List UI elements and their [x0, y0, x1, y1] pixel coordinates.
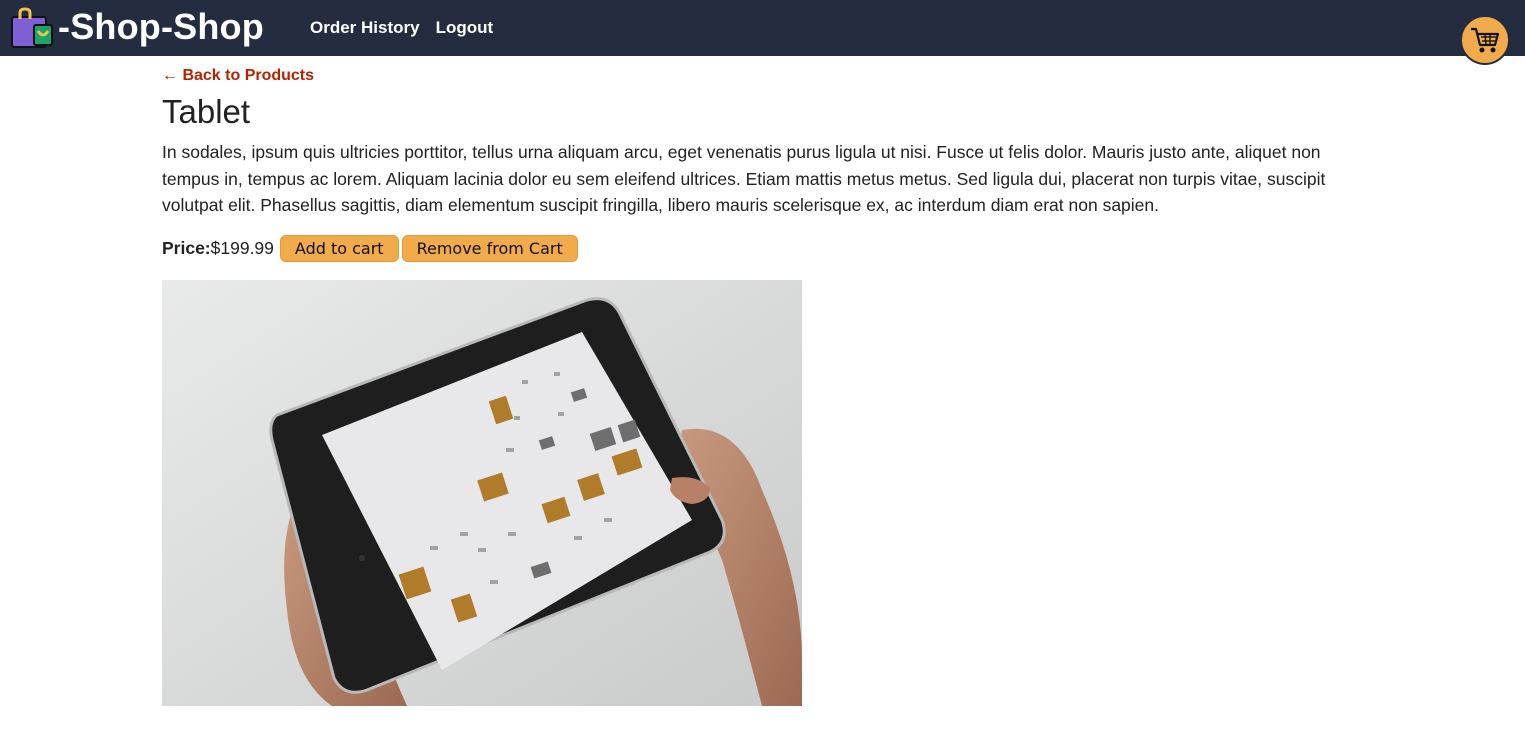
- remove-from-cart-button[interactable]: Remove from Cart: [401, 235, 578, 262]
- price-label: Price:: [162, 238, 211, 258]
- product-description: In sodales, ipsum quis ultricies porttit…: [162, 142, 1326, 215]
- nav-logout[interactable]: Logout: [436, 18, 494, 38]
- nav-order-history[interactable]: Order History: [310, 18, 420, 38]
- price-row: Price: $199.99 Add to cart Remove from C…: [162, 235, 581, 262]
- price-value: $199.99: [210, 238, 274, 258]
- product-title: Tablet: [162, 93, 251, 130]
- add-to-cart-button[interactable]: Add to cart: [279, 235, 399, 262]
- cart-button[interactable]: [1460, 15, 1510, 65]
- navbar: -Shop-Shop Order History Logout: [0, 0, 1525, 56]
- brand-title[interactable]: -Shop-Shop: [58, 6, 264, 48]
- nav-links: Order History Logout: [310, 18, 493, 38]
- product-image: [162, 280, 802, 706]
- shopping-bag-icon[interactable]: [10, 7, 56, 49]
- back-to-products-link[interactable]: ← Back to Products: [162, 67, 314, 85]
- shopping-cart-icon: [1471, 27, 1500, 53]
